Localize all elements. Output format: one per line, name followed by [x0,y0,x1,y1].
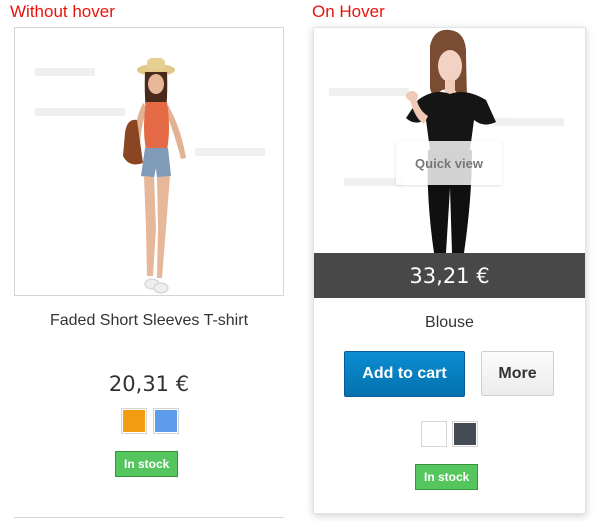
next-row-divider [14,517,284,521]
product-image-tshirt[interactable] [14,27,284,296]
product-price-blouse: 33,21 € [314,253,585,298]
product-card-hover[interactable]: Quick view 33,21 € Blouse Add to cart Mo… [313,27,586,514]
quick-view-button[interactable]: Quick view [396,141,502,185]
product-title-tshirt[interactable]: Faded Short Sleeves T-shirt [14,312,284,330]
model-tshirt-image [35,58,265,294]
swatch-blue[interactable] [153,408,179,434]
swatch-orange[interactable] [121,408,147,434]
stock-badge-left: In stock [115,451,179,477]
add-to-cart-button[interactable]: Add to cart [344,351,465,397]
swatch-white[interactable] [421,421,447,447]
on-hover-label: On Hover [312,2,385,21]
swatch-black[interactable] [452,421,478,447]
stock-badge-right: In stock [415,464,479,490]
color-swatches-left [121,408,179,434]
more-button[interactable]: More [481,351,554,396]
product-image-blouse[interactable]: Quick view 33,21 € [314,28,585,298]
color-swatches-right [421,421,478,447]
product-price-tshirt: 20,31 € [108,372,190,396]
without-hover-label: Without hover [10,2,115,21]
product-title-blouse[interactable]: Blouse [314,314,585,332]
